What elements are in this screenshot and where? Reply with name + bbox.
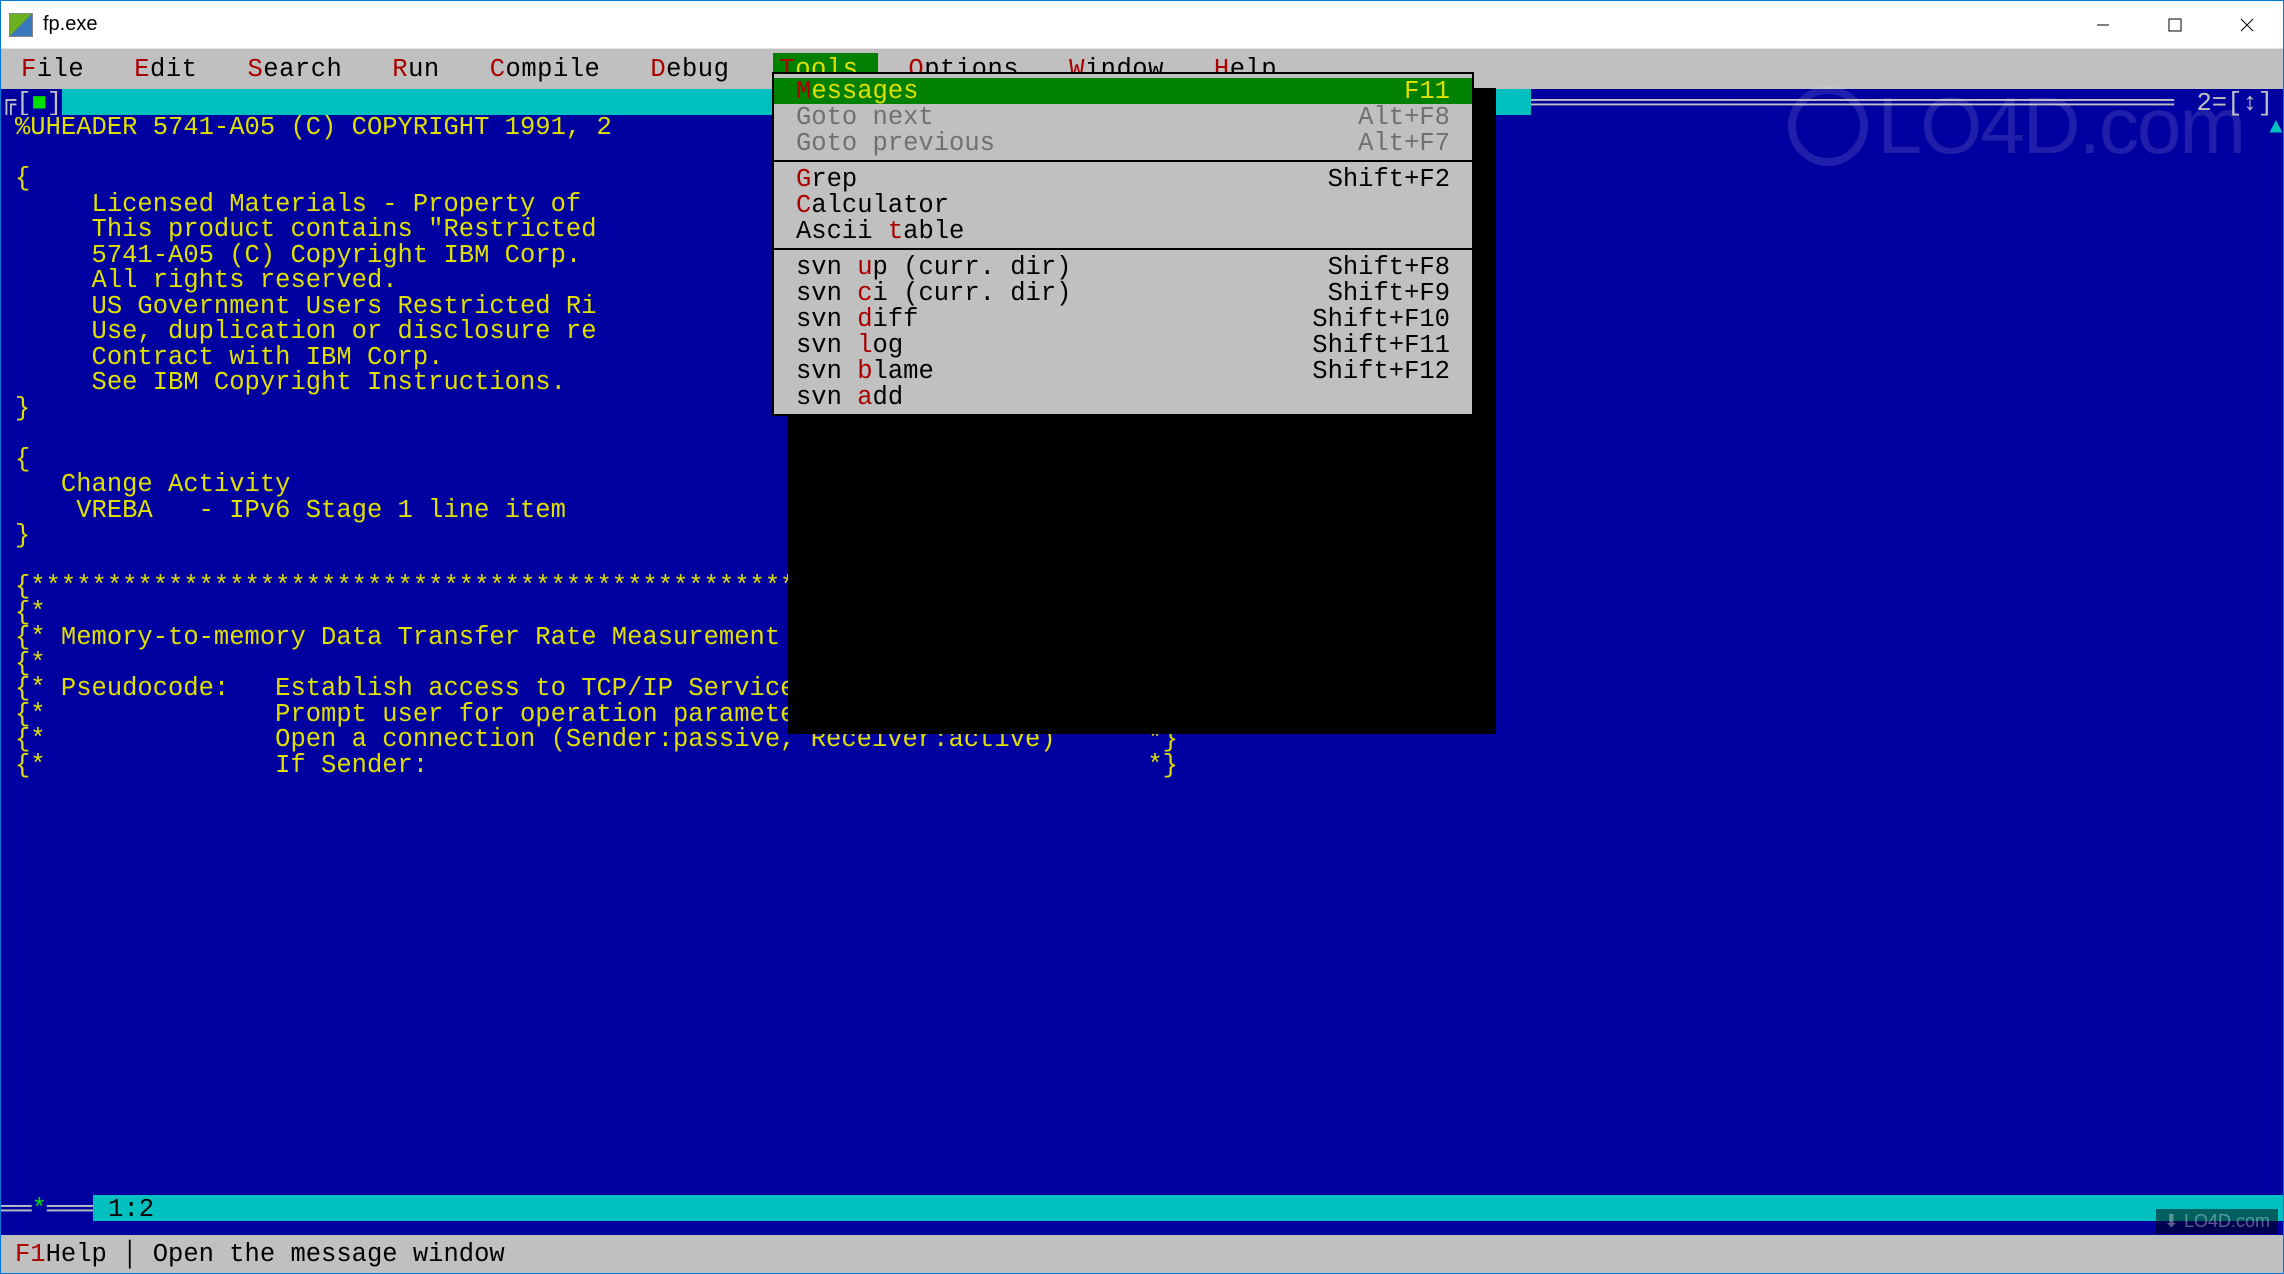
menu-file[interactable]: File [15,53,104,86]
tools-menu-dropdown: MessagesF11Goto nextAlt+F8Goto previousA… [772,72,1474,416]
close-button[interactable] [2211,2,2283,48]
scroll-up-icon[interactable]: ▲ [2269,115,2283,140]
menu-run[interactable]: Run [386,53,459,86]
window-title: fp.exe [43,13,2067,36]
menu-separator [774,248,1472,250]
menu-item-svn-ci-curr-dir[interactable]: svn ci (curr. dir)Shift+F9 [774,280,1472,306]
vertical-scrollbar[interactable]: ▲ [2269,115,2283,1195]
menu-item-ascii-table[interactable]: Ascii table [774,218,1472,244]
menu-separator [774,160,1472,162]
app-icon [9,13,33,37]
window-controls [2067,2,2283,48]
minimize-button[interactable] [2067,2,2139,48]
menu-compile[interactable]: Compile [484,53,621,86]
footer-watermark: ⬇ LO4D.com [2156,1209,2278,1234]
menu-item-svn-blame[interactable]: svn blameShift+F12 [774,358,1472,384]
maximize-button[interactable] [2139,2,2211,48]
menu-item-svn-add[interactable]: svn add [774,384,1472,410]
menu-item-calculator[interactable]: Calculator [774,192,1472,218]
menu-debug[interactable]: Debug [644,53,749,86]
titlebar: fp.exe [1,1,2283,49]
menu-item-goto-previous: Goto previousAlt+F7 [774,130,1472,156]
menu-search[interactable]: Search [241,53,362,86]
menu-item-svn-up-curr-dir[interactable]: svn up (curr. dir)Shift+F8 [774,254,1472,280]
menu-item-svn-diff[interactable]: svn diffShift+F10 [774,306,1472,332]
menu-item-grep[interactable]: GrepShift+F2 [774,166,1472,192]
menu-item-messages[interactable]: MessagesF11 [774,78,1472,104]
status-text: Help │ Open the message window [46,1240,505,1269]
menu-item-svn-log[interactable]: svn logShift+F11 [774,332,1472,358]
statusbar: F1 Help │ Open the message window [1,1235,2283,1273]
status-key: F1 [15,1240,46,1269]
menu-edit[interactable]: Edit [128,53,217,86]
frame-bottom-border: ══*═══ 1:2 ═════════════════════════════… [1,1195,2283,1221]
menu-item-goto-next: Goto nextAlt+F8 [774,104,1472,130]
window-number-indicator: 2=[↕] [2196,89,2273,118]
